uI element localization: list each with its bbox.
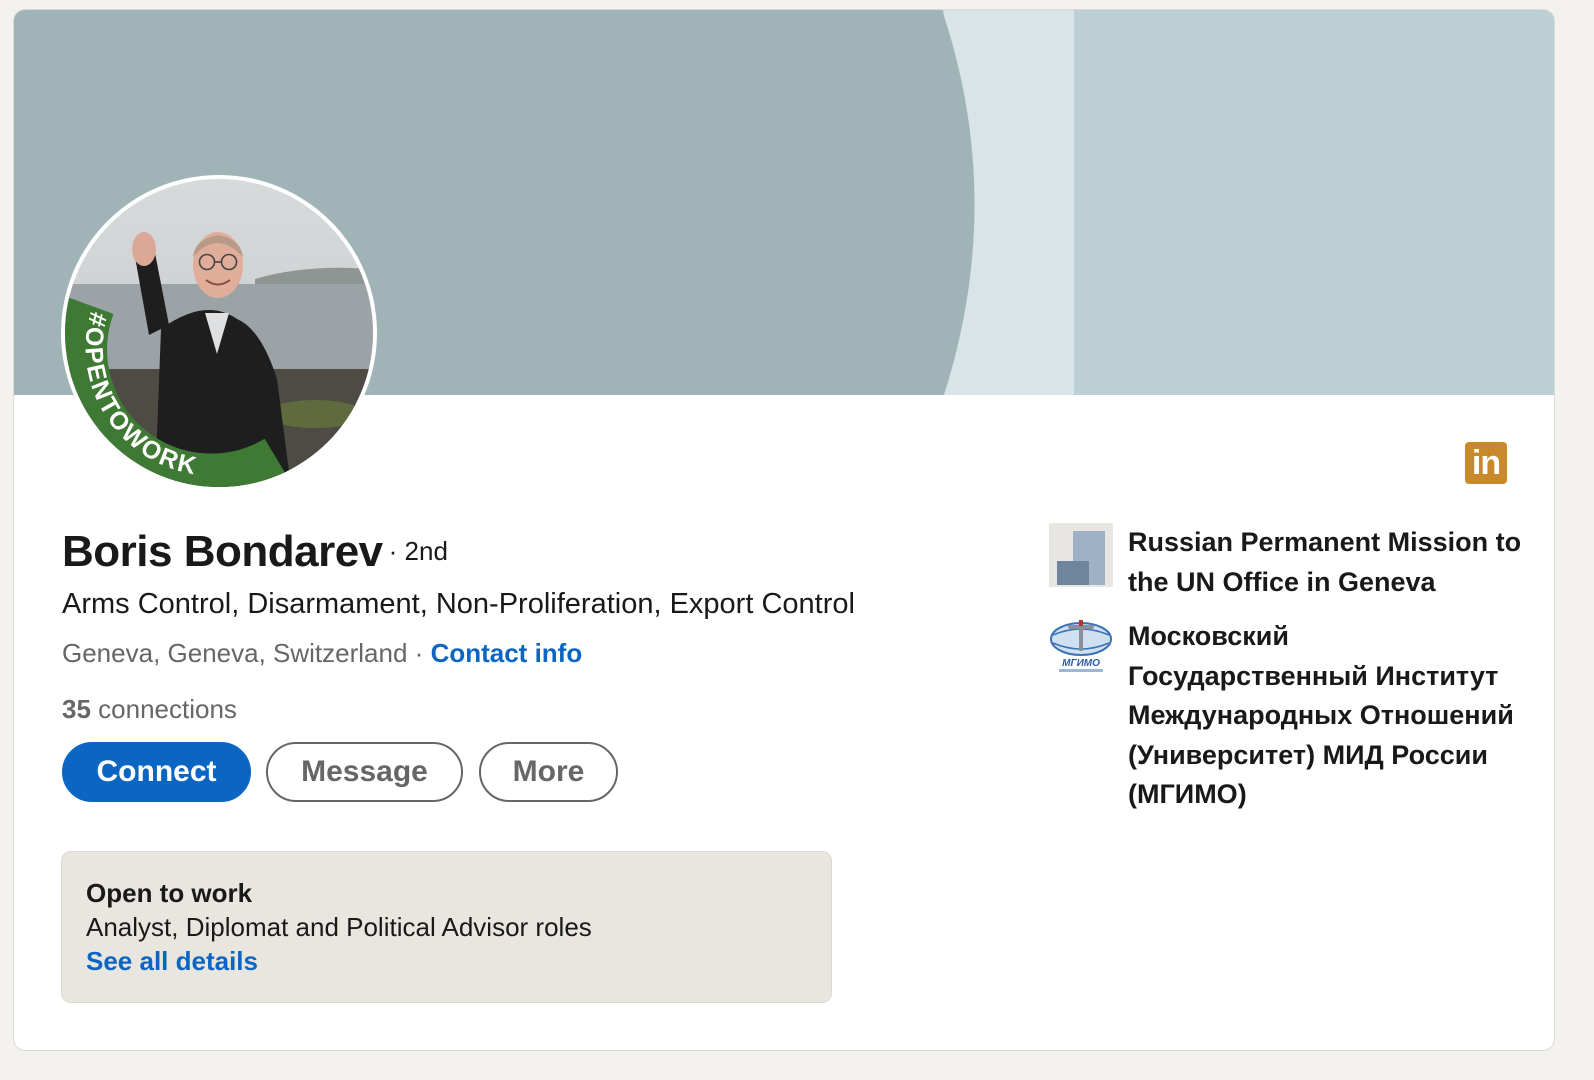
mgimo-logo-text: МГИМО [1062,658,1100,669]
contact-info-link[interactable]: Contact info [431,638,583,668]
location-row: Geneva, Geneva, Switzerland · Contact in… [62,638,582,669]
profile-card: #OPENTOWORK in Boris Bondarev · 2nd Arms … [13,9,1555,1051]
open-to-work-box: Open to work Analyst, Diplomat and Polit… [61,851,832,1003]
profile-photo[interactable]: #OPENTOWORK [61,175,377,491]
mgimo-logo: МГИМО [1049,617,1113,681]
connections-label: connections [98,694,237,724]
connections-number: 35 [62,694,91,724]
open-to-work-title: Open to work [86,878,253,908]
see-all-details-link[interactable]: See all details [86,946,258,977]
profile-name: Boris Bondarev [62,527,383,576]
profile-location: Geneva, Geneva, Switzerland [62,638,408,668]
separator-dot: · [414,638,424,668]
building-icon [1049,523,1113,587]
name-row: Boris Bondarev · 2nd [62,527,448,577]
open-to-work-roles: Analyst, Diplomat and Political Advisor … [86,912,592,942]
more-button[interactable]: More [479,742,618,802]
profile-headline: Arms Control, Disarmament, Non-Prolifera… [62,588,855,620]
connect-button[interactable]: Connect [62,742,251,802]
connections-count[interactable]: 35 connections [62,694,237,725]
linkedin-badge-icon[interactable]: in [1465,442,1507,484]
connection-degree: · 2nd [388,536,448,566]
education-school-name: Московский Государственный Институт Межд… [1128,621,1514,809]
current-company-name: Russian Permanent Mission to the UN Offi… [1128,527,1522,597]
message-button[interactable]: Message [266,742,463,802]
linkedin-badge-text: in [1471,444,1501,482]
